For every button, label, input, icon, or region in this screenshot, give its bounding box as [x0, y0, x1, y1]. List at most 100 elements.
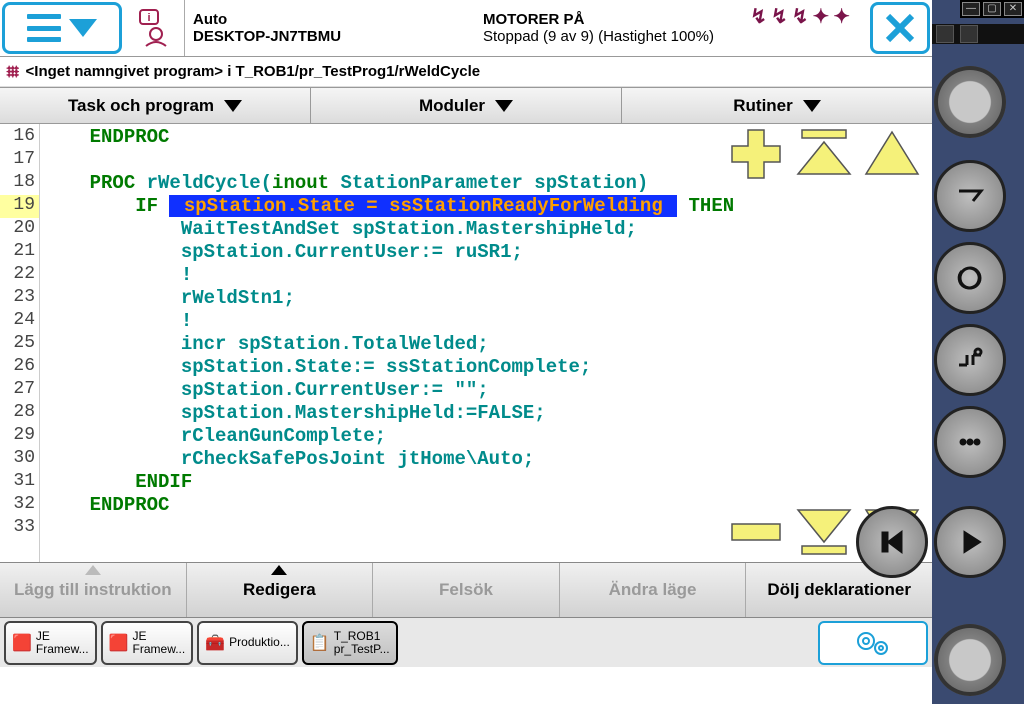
scroll-top-button[interactable] [794, 126, 854, 180]
debug-label: Felsök [439, 580, 493, 600]
change-mode-button[interactable]: Ändra läge [560, 563, 747, 617]
line-number-gutter: 161718192021222324252627282930313233 [0, 124, 40, 562]
code-line[interactable]: rWeldStn1; [44, 287, 928, 310]
dropdown-row: Task och program Moduler Rutiner [0, 87, 932, 124]
program-path-text: <Inget namngivet program> i T_ROB1/pr_Te… [26, 63, 481, 80]
jog-ring-top[interactable] [934, 66, 1006, 138]
chevron-down-icon [69, 19, 97, 37]
edit-button[interactable]: Redigera [187, 563, 374, 617]
chevron-up-icon [85, 565, 101, 575]
line-number: 16 [0, 126, 39, 149]
axis-status-icons: ↯↯↯✦✦ [750, 4, 854, 29]
taskbar-item-label: JEFramew... [133, 630, 186, 656]
modules-dropdown[interactable]: Moduler [311, 88, 622, 123]
line-number: 17 [0, 149, 39, 172]
hw-play-button[interactable] [934, 506, 1006, 578]
jog-ring-bottom[interactable] [934, 624, 1006, 696]
routines-dropdown[interactable]: Rutiner [622, 88, 932, 123]
command-bar: Lägg till instruktion Redigera Felsök Än… [0, 562, 932, 617]
code-line[interactable]: rCheckSafePosJoint jtHome\Auto; [44, 448, 928, 471]
tool-button[interactable] [936, 25, 954, 43]
zoom-out-button[interactable] [726, 504, 786, 558]
code-editor[interactable]: 161718192021222324252627282930313233 END… [0, 124, 932, 562]
line-number: 21 [0, 241, 39, 264]
main-menu-button[interactable] [2, 2, 122, 54]
mode-label: Auto [193, 11, 227, 28]
taskbar-item-label: JEFramew... [36, 630, 89, 656]
robotstudio-dock: — ▢ ✕ [932, 0, 1024, 704]
line-number: 24 [0, 310, 39, 333]
line-number: 19 [0, 195, 39, 218]
line-number: 29 [0, 425, 39, 448]
zoom-in-button[interactable] [726, 126, 786, 180]
code-line[interactable]: incr spStation.TotalWelded; [44, 333, 928, 356]
code-line[interactable]: spStation.State:= ssStationComplete; [44, 356, 928, 379]
line-number: 32 [0, 494, 39, 517]
edit-label: Redigera [243, 580, 316, 600]
debug-button[interactable]: Felsök [373, 563, 560, 617]
line-number: 20 [0, 218, 39, 241]
code-line[interactable]: rCleanGunComplete; [44, 425, 928, 448]
line-number: 30 [0, 448, 39, 471]
code-line[interactable]: spStation.MastershipHeld:=FALSE; [44, 402, 928, 425]
hardware-button-panel [934, 66, 1024, 696]
flexpendant-screen: i AutoMOTORER PÅ DESKTOP-JN7TBMUStoppad … [0, 0, 932, 704]
minimize-button[interactable]: — [962, 2, 980, 16]
code-line[interactable]: IF spStation.State = ssStationReadyForWe… [44, 195, 928, 218]
close-button[interactable] [870, 2, 930, 54]
operator-info-icon[interactable]: i [124, 0, 184, 56]
code-line[interactable]: spStation.CurrentUser:= ""; [44, 379, 928, 402]
trob-icon: 📋 [310, 633, 330, 653]
line-number: 27 [0, 379, 39, 402]
chevron-up-icon [271, 565, 287, 575]
quickset-button[interactable] [818, 621, 928, 665]
tool-button[interactable] [960, 25, 978, 43]
line-number: 23 [0, 287, 39, 310]
maximize-button[interactable]: ▢ [983, 2, 1001, 16]
scroll-bottom-button[interactable] [794, 504, 854, 558]
hamburger-icon [27, 14, 61, 42]
je-icon: 🟥 [12, 633, 32, 653]
task-program-dropdown[interactable]: Task och program [0, 88, 311, 123]
line-number: 25 [0, 333, 39, 356]
task-bar: 🟥JEFramew...🟥JEFramew...🧰Produktio...📋T_… [0, 617, 932, 667]
hw-button-1[interactable] [934, 160, 1006, 232]
gears-icon [853, 629, 893, 657]
svg-text:i: i [147, 12, 150, 24]
program-path-row: 𐄳 <Inget namngivet program> i T_ROB1/pr_… [0, 57, 932, 87]
hw-button-2[interactable] [934, 242, 1006, 314]
taskbar-item[interactable]: 🧰 Produktio... [197, 621, 298, 665]
hw-button-3[interactable] [934, 324, 1006, 396]
program-icon: 𐄳 [6, 62, 20, 82]
dock-toolbar [932, 24, 1024, 44]
je-icon: 🟥 [109, 633, 129, 653]
scroll-up-button[interactable] [862, 126, 922, 180]
routines-dropdown-label: Rutiner [733, 96, 793, 116]
code-line[interactable]: ! [44, 264, 928, 287]
prod-icon: 🧰 [205, 633, 225, 653]
task-dropdown-label: Task och program [68, 96, 214, 116]
add-instruction-label: Lägg till instruktion [14, 580, 172, 600]
hw-prev-button[interactable] [856, 506, 928, 578]
taskbar-item-label: Produktio... [229, 636, 290, 649]
line-number: 22 [0, 264, 39, 287]
code-line[interactable]: ! [44, 310, 928, 333]
code-content[interactable]: ENDPROC PROC rWeldCycle(inout StationPar… [40, 124, 932, 562]
chevron-down-icon [224, 100, 242, 112]
top-bar: i AutoMOTORER PÅ DESKTOP-JN7TBMUStoppad … [0, 0, 932, 57]
code-line[interactable]: WaitTestAndSet spStation.MastershipHeld; [44, 218, 928, 241]
taskbar-item-label: T_ROB1pr_TestP... [334, 630, 390, 656]
hw-button-4[interactable] [934, 406, 1006, 478]
change-mode-label: Ändra läge [609, 580, 697, 600]
computer-label: DESKTOP-JN7TBMU [193, 28, 341, 45]
taskbar-item[interactable]: 🟥JEFramew... [101, 621, 194, 665]
window-controls: — ▢ ✕ [960, 0, 1024, 18]
taskbar-item[interactable]: 📋T_ROB1pr_TestP... [302, 621, 398, 665]
code-line[interactable]: spStation.CurrentUser:= ruSR1; [44, 241, 928, 264]
editor-nav-top [726, 126, 922, 180]
code-line[interactable]: ENDIF [44, 471, 928, 494]
add-instruction-button[interactable]: Lägg till instruktion [0, 563, 187, 617]
line-number: 18 [0, 172, 39, 195]
taskbar-item[interactable]: 🟥JEFramew... [4, 621, 97, 665]
close-window-button[interactable]: ✕ [1004, 2, 1022, 16]
